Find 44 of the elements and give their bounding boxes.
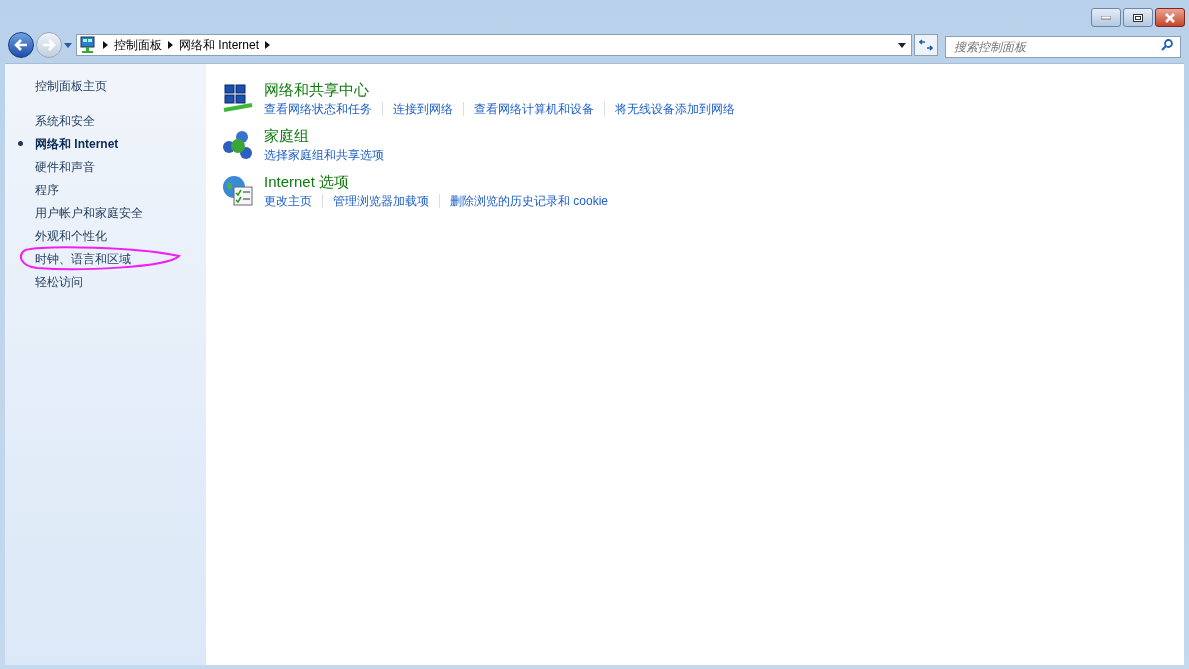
sidebar-item[interactable]: 用户帐户和家庭安全 bbox=[35, 203, 143, 222]
breadcrumb-arrow-icon[interactable] bbox=[265, 41, 271, 49]
maximize-icon bbox=[1133, 13, 1143, 22]
internet-options-icon bbox=[223, 176, 253, 206]
search-field[interactable]: 搜索控制面板 bbox=[945, 36, 1181, 58]
breadcrumb-item[interactable]: 控制面板 bbox=[114, 36, 162, 54]
close-icon bbox=[1164, 12, 1176, 23]
sidebar-item[interactable]: 外观和个性化 bbox=[35, 226, 107, 245]
category-title-link[interactable]: Internet 选项 bbox=[264, 172, 609, 192]
breadcrumb-arrow-icon[interactable] bbox=[103, 41, 108, 49]
breadcrumb-item[interactable]: 网络和 Internet bbox=[179, 36, 260, 54]
back-arrow-icon bbox=[14, 39, 28, 51]
search-icon bbox=[1161, 39, 1173, 51]
sidebar-link[interactable]: 控制面板主页 bbox=[35, 77, 206, 95]
category-title-link[interactable]: 家庭组 bbox=[264, 126, 384, 146]
sidebar-item[interactable]: 程序 bbox=[35, 180, 59, 199]
homegroup-icon bbox=[223, 131, 252, 159]
forward-arrow-icon bbox=[42, 39, 56, 51]
selected-bullet-icon bbox=[18, 141, 23, 146]
network-computer-icon bbox=[79, 36, 97, 54]
minimize-icon bbox=[1101, 15, 1111, 20]
task-link[interactable]: 查看网络状态和任务 bbox=[264, 100, 372, 118]
refresh-icon bbox=[919, 39, 933, 51]
dropdown-caret-icon bbox=[64, 42, 72, 48]
category-title-link[interactable]: 网络和共享中心 bbox=[264, 80, 735, 100]
address-bar[interactable]: 控制面板 网络和 Internet bbox=[76, 34, 912, 56]
back-button[interactable] bbox=[8, 32, 34, 58]
network-icon bbox=[223, 84, 253, 112]
sidebar-item[interactable]: 网络和 Internet bbox=[35, 134, 119, 153]
task-link[interactable]: 选择家庭组和共享选项 bbox=[264, 146, 384, 164]
sidebar-item[interactable]: 轻松访问 bbox=[35, 272, 83, 291]
sidebar-item[interactable]: 硬件和声音 bbox=[35, 157, 95, 176]
breadcrumb-arrow-icon[interactable] bbox=[168, 41, 173, 49]
task-link[interactable]: 更改主页 bbox=[264, 192, 312, 210]
sidebar-item[interactable]: 系统和安全 bbox=[35, 111, 95, 130]
task-link[interactable]: 管理浏览器加载项 bbox=[333, 192, 429, 210]
task-link[interactable]: 将无线设备添加到网络 bbox=[615, 100, 735, 118]
close-button[interactable] bbox=[1155, 8, 1185, 27]
dropdown-caret-icon[interactable] bbox=[898, 42, 906, 48]
task-link[interactable]: 查看网络计算机和设备 bbox=[474, 100, 594, 118]
maximize-button[interactable] bbox=[1123, 8, 1153, 27]
task-link[interactable]: 删除浏览的历史记录和 cookie bbox=[450, 192, 609, 210]
task-link[interactable]: 连接到网络 bbox=[393, 100, 453, 118]
refresh-button[interactable] bbox=[914, 34, 938, 56]
